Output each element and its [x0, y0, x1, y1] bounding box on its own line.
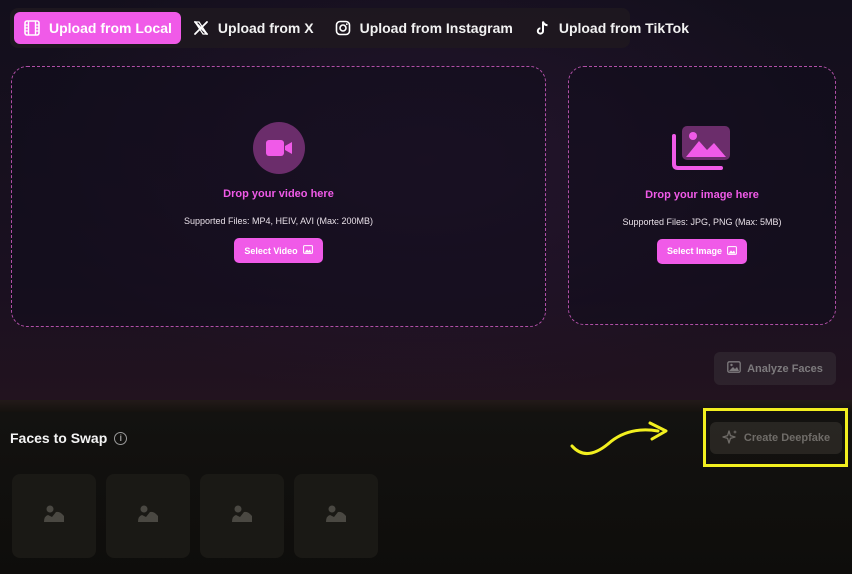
image-drop-zone[interactable]: Drop your image here Supported Files: JP… [568, 66, 836, 325]
face-thumbnails [12, 474, 378, 558]
tab-upload-from-instagram[interactable]: Upload from Instagram [325, 12, 522, 44]
section-divider [0, 400, 852, 412]
page: Upload from Local Upload from X Upload f… [0, 0, 852, 574]
image-stack-icon [671, 124, 733, 175]
analyze-faces-button[interactable]: Analyze Faces [714, 352, 836, 385]
annotation-arrow-icon [570, 421, 668, 455]
x-logo-icon [192, 19, 210, 37]
create-deepfake-button[interactable]: Create Deepfake [710, 422, 842, 454]
face-thumbnail-slot[interactable] [12, 474, 96, 558]
tab-label: Upload from Local [49, 20, 172, 36]
face-placeholder-icon [43, 504, 65, 529]
tab-label: Upload from Instagram [359, 20, 513, 36]
tiktok-icon [533, 19, 551, 37]
sparkle-icon [722, 429, 738, 448]
select-video-button[interactable]: Select Video [234, 238, 323, 263]
image-icon [302, 245, 313, 256]
select-video-label: Select Video [244, 245, 298, 256]
face-thumbnail-slot[interactable] [294, 474, 378, 558]
tab-upload-from-x[interactable]: Upload from X [183, 12, 323, 44]
create-deepfake-label: Create Deepfake [743, 432, 831, 444]
faces-to-swap-label: Faces to Swap [10, 430, 108, 446]
face-placeholder-icon [231, 504, 253, 529]
image-supported-files: Supported Files: JPG, PNG (Max: 5MB) [622, 216, 782, 227]
analyze-faces-label: Analyze Faces [747, 362, 823, 375]
video-supported-files: Supported Files: MP4, HEIV, AVI (Max: 20… [183, 216, 374, 226]
face-placeholder-icon [137, 504, 159, 529]
tab-label: Upload from TikTok [558, 20, 689, 36]
faces-to-swap-heading: Faces to Swap i [10, 430, 128, 446]
face-thumbnail-slot[interactable] [106, 474, 190, 558]
image-icon [727, 245, 737, 257]
select-image-button[interactable]: Select Image [656, 238, 748, 264]
instagram-icon [334, 19, 352, 37]
face-placeholder-icon [325, 504, 347, 529]
video-drop-zone[interactable]: Drop your video here Supported Files: MP… [11, 66, 546, 327]
select-image-label: Select Image [666, 246, 723, 256]
image-drop-title: Drop your image here [645, 188, 759, 201]
image-icon [727, 361, 741, 376]
tab-label: Upload from X [217, 20, 314, 36]
tab-upload-from-local[interactable]: Upload from Local [14, 12, 181, 44]
upload-source-tabs: Upload from Local Upload from X Upload f… [10, 8, 689, 48]
film-icon [23, 19, 41, 37]
video-camera-icon [252, 122, 305, 174]
video-drop-title: Drop your video here [223, 188, 334, 200]
info-icon[interactable]: i [114, 431, 128, 445]
face-thumbnail-slot[interactable] [200, 474, 284, 558]
tab-upload-from-tiktok[interactable]: Upload from TikTok [524, 12, 698, 44]
